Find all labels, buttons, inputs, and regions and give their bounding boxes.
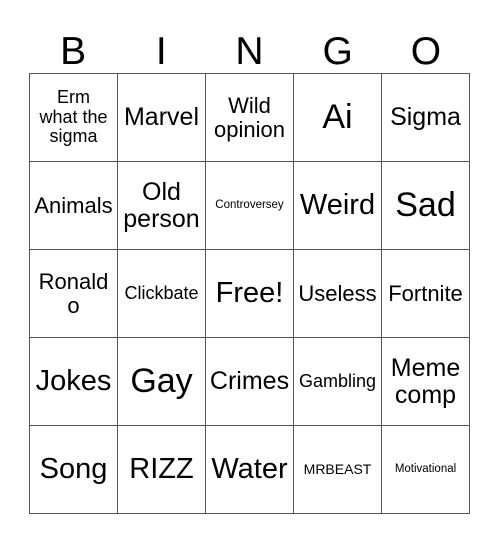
bingo-cell-label: Marvel — [123, 103, 199, 131]
bingo-cell-label: Gambling — [298, 370, 377, 391]
bingo-cell-r1-c1[interactable]: Old person — [118, 162, 206, 250]
bingo-cell-r4-c4[interactable]: Motivational — [382, 426, 470, 514]
bingo-cell-r4-c3[interactable]: MRBEAST — [294, 426, 382, 514]
bingo-header-letter-3: G — [322, 30, 353, 73]
bingo-cell-r4-c0[interactable]: Song — [30, 426, 118, 514]
bingo-cell-r0-c2[interactable]: Wild opinion — [206, 74, 294, 162]
bingo-cell-label: Song — [39, 452, 108, 485]
bingo-header-letter-2: N — [235, 30, 264, 73]
bingo-cell-r2-c0[interactable]: Ronaldo — [30, 250, 118, 338]
bingo-cell-label: Gay — [130, 362, 193, 401]
bingo-cell-label: Fortnite — [388, 280, 463, 306]
bingo-cell-label: Wild opinion — [214, 92, 285, 142]
bingo-cell-r2-c3[interactable]: Useless — [294, 250, 382, 338]
bingo-card: B I N G O Erm what the sigma Marvel Wild opini… — [0, 0, 500, 544]
bingo-cell-label: Free! — [215, 276, 284, 309]
bingo-cell-label: Animals — [34, 192, 113, 218]
bingo-cell-r2-c2[interactable]: Free! — [206, 250, 294, 338]
bingo-header-row: BINGO — [29, 20, 470, 73]
bingo-cell-label: Weird — [299, 188, 376, 221]
bingo-cell-label: Controversey — [215, 199, 284, 212]
bingo-cell-r4-c2[interactable]: Water — [206, 426, 294, 514]
bingo-cell-r0-c1[interactable]: Marvel — [118, 74, 206, 162]
bingo-cell-label: Water — [211, 452, 288, 485]
bingo-cell-label: Motivational — [394, 463, 457, 476]
bingo-cell-label: RIZZ — [129, 452, 194, 485]
bingo-cell-r1-c2[interactable]: Controversey — [206, 162, 294, 250]
bingo-cell-label: Clickbate — [124, 282, 199, 303]
bingo-cell-r4-c1[interactable]: RIZZ — [118, 426, 206, 514]
bingo-cell-label: Sad — [395, 186, 456, 225]
bingo-cell-r2-c4[interactable]: Fortnite — [382, 250, 470, 338]
bingo-cell-r3-c0[interactable]: Jokes — [30, 338, 118, 426]
bingo-header-letter-1: I — [155, 30, 167, 73]
bingo-cell-r1-c4[interactable]: Sad — [382, 162, 470, 250]
bingo-cell-r1-c0[interactable]: Animals — [30, 162, 118, 250]
bingo-cell-r0-c0[interactable]: Erm what the sigma — [30, 74, 118, 162]
bingo-cell-label: Ai — [322, 98, 353, 137]
bingo-cell-label: MRBEAST — [303, 460, 372, 477]
bingo-cell-r1-c3[interactable]: Weird — [294, 162, 382, 250]
bingo-cell-label: Ronaldo — [38, 268, 109, 318]
bingo-cell-r0-c3[interactable]: Ai — [294, 74, 382, 162]
bingo-grid: Erm what the sigma Marvel Wild opinion Ai Si… — [29, 73, 470, 514]
bingo-header-letter-4: O — [410, 30, 442, 73]
bingo-cell-r2-c1[interactable]: Clickbate — [118, 250, 206, 338]
bingo-cell-label: Old person — [123, 177, 200, 233]
bingo-cell-r3-c2[interactable]: Crimes — [206, 338, 294, 426]
bingo-cell-r0-c4[interactable]: Sigma — [382, 74, 470, 162]
bingo-cell-label: Crimes — [209, 367, 290, 395]
bingo-cell-r3-c1[interactable]: Gay — [118, 338, 206, 426]
bingo-cell-label: Erm what the sigma — [39, 87, 108, 147]
bingo-cell-label: Jokes — [35, 364, 112, 397]
bingo-cell-r3-c3[interactable]: Gambling — [294, 338, 382, 426]
bingo-header-letter-0: B — [60, 30, 87, 73]
bingo-cell-r3-c4[interactable]: Meme comp — [382, 338, 470, 426]
bingo-cell-label: Meme comp — [390, 353, 461, 409]
bingo-cell-label: Useless — [298, 280, 377, 306]
bingo-cell-label: Sigma — [390, 103, 461, 131]
